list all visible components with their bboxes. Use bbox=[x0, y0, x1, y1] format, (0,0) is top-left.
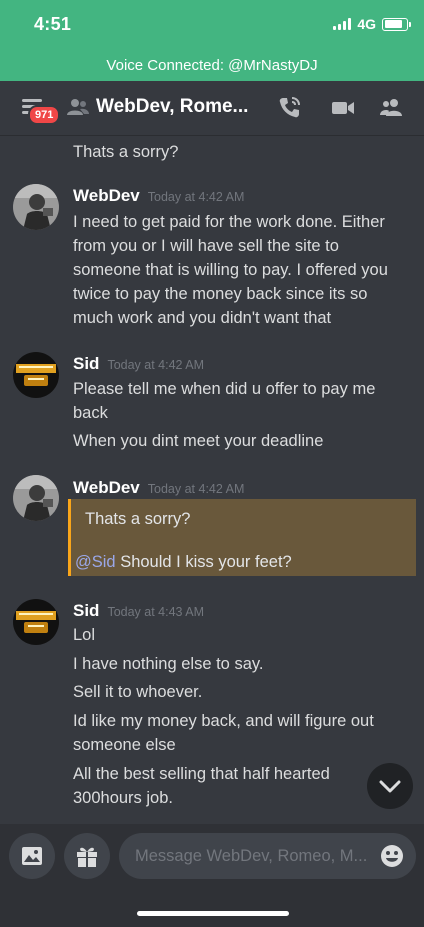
scroll-to-bottom-button[interactable] bbox=[367, 763, 413, 809]
message-author[interactable]: WebDev Today at 4:42 AM bbox=[73, 476, 244, 501]
user-mention[interactable]: @Sid bbox=[75, 553, 116, 571]
message-text: back bbox=[73, 404, 108, 422]
message-composer: Message WebDev, Romeo, M... bbox=[0, 824, 424, 927]
emoji-icon[interactable] bbox=[380, 844, 404, 868]
network-type: 4G bbox=[357, 16, 376, 32]
message-text: Thats a sorry? bbox=[73, 143, 179, 161]
message-text: twice to pay the money back since its so bbox=[73, 285, 368, 303]
signal-icon bbox=[333, 18, 352, 30]
message-timestamp: Today at 4:42 AM bbox=[147, 190, 245, 204]
message-text: someone that is willing to pay. I offere… bbox=[73, 261, 388, 279]
message-text: 300hours job. bbox=[73, 789, 173, 807]
avatar[interactable] bbox=[13, 352, 59, 398]
members-icon[interactable] bbox=[378, 95, 404, 121]
battery-icon bbox=[382, 17, 411, 31]
message-text: someone else bbox=[73, 736, 176, 754]
message-author[interactable]: WebDev Today at 4:42 AM bbox=[73, 184, 244, 209]
message-text: Id like my money back, and will figure o… bbox=[73, 712, 374, 730]
home-indicator[interactable] bbox=[137, 911, 289, 916]
message-input-placeholder: Message WebDev, Romeo, M... bbox=[135, 847, 368, 865]
voice-connected-bar[interactable]: Voice Connected: @MrNastyDJ bbox=[0, 50, 424, 81]
message-text: Sell it to whoever. bbox=[73, 683, 203, 701]
group-dm-icon bbox=[67, 99, 89, 115]
message-text: from you or I will have sell the site to bbox=[73, 237, 339, 255]
avatar[interactable] bbox=[13, 475, 59, 521]
unread-badge: 971 bbox=[28, 105, 61, 125]
message-timestamp: Today at 4:42 AM bbox=[107, 358, 205, 372]
message-text: All the best selling that half hearted bbox=[73, 765, 330, 783]
status-indicators: 4G bbox=[333, 16, 411, 32]
avatar[interactable] bbox=[13, 599, 59, 645]
message-text: Please tell me when did u offer to pay m… bbox=[73, 380, 376, 398]
status-bar: 4:51 4G bbox=[0, 0, 424, 50]
message-author[interactable]: Sid Today at 4:42 AM bbox=[73, 352, 204, 377]
quoted-text: Thats a sorry? bbox=[85, 510, 191, 528]
message-text: @Sid Should I kiss your feet? bbox=[75, 553, 292, 571]
video-icon[interactable] bbox=[330, 95, 356, 121]
gift-icon bbox=[77, 847, 97, 867]
gift-button[interactable] bbox=[64, 833, 110, 879]
message-text: I need to get paid for the work done. Ei… bbox=[73, 213, 385, 231]
clock: 4:51 bbox=[34, 14, 72, 34]
channel-header: 971 WebDev, Rome... bbox=[0, 81, 424, 136]
image-icon bbox=[22, 847, 42, 865]
avatar[interactable] bbox=[13, 184, 59, 230]
message-timestamp: Today at 4:43 AM bbox=[107, 605, 205, 619]
message-author[interactable]: Sid Today at 4:43 AM bbox=[73, 599, 204, 624]
message-list[interactable]: Thats a sorry? WebDev Today at 4:42 AM I … bbox=[0, 136, 424, 824]
message-timestamp: Today at 4:42 AM bbox=[147, 482, 245, 496]
message-text: I have nothing else to say. bbox=[73, 655, 264, 673]
mention-highlight: Thats a sorry? @Sid Should I kiss your f… bbox=[68, 499, 416, 576]
message-text: Lol bbox=[73, 626, 96, 644]
message-input[interactable]: Message WebDev, Romeo, M... bbox=[119, 833, 416, 879]
upload-image-button[interactable] bbox=[9, 833, 55, 879]
channel-title[interactable]: WebDev, Rome... bbox=[96, 96, 248, 118]
message-text: When you dint meet your deadline bbox=[73, 432, 324, 450]
phone-call-icon[interactable] bbox=[277, 95, 303, 121]
chevron-down-icon bbox=[379, 780, 401, 793]
message-text: much work and you didn't want that bbox=[73, 309, 332, 327]
